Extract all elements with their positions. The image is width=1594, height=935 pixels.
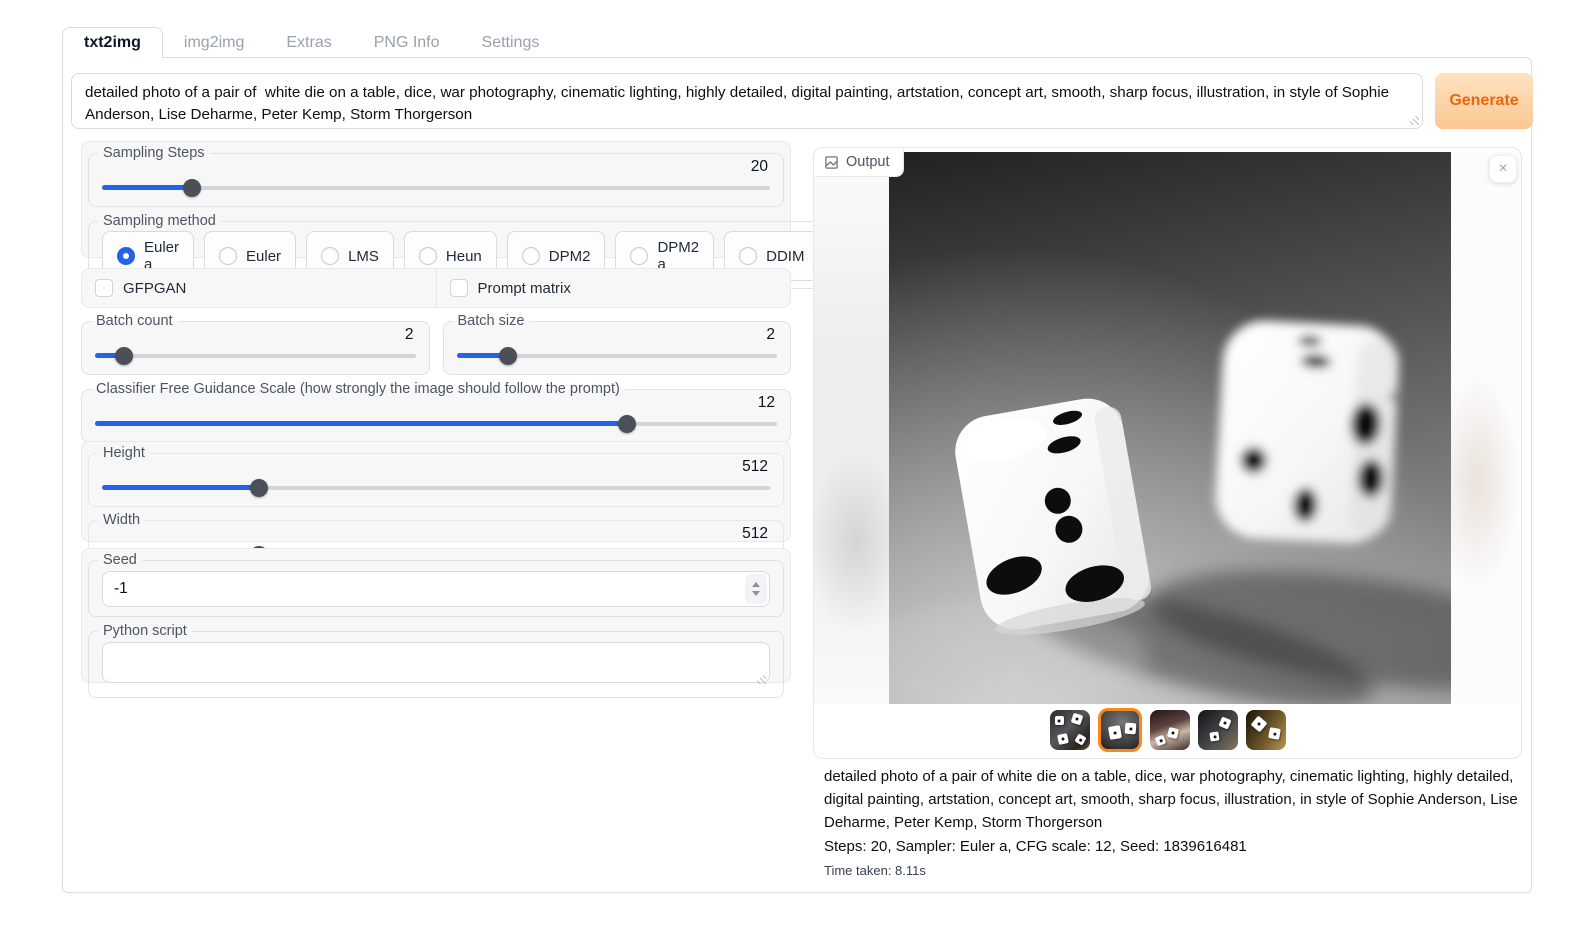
close-icon: × (1498, 160, 1507, 178)
generate-button[interactable]: Generate (1435, 73, 1533, 129)
seed-label: Seed (98, 552, 142, 568)
generation-params-text: Steps: 20, Sampler: Euler a, CFG scale: … (824, 836, 1527, 859)
sampling-steps-group: Sampling Steps 20 (88, 145, 784, 207)
step-up-icon[interactable] (752, 582, 760, 587)
width-value: 512 (102, 525, 768, 543)
generated-image[interactable] (889, 152, 1451, 704)
slider-thumb[interactable] (618, 415, 636, 433)
image-icon (824, 155, 839, 170)
batch-size-label: Batch size (453, 313, 530, 329)
dimensions-group: Height 512 Width 512 (81, 441, 791, 542)
batch-size-slider[interactable] (457, 347, 778, 365)
gallery-thumbnails (814, 708, 1521, 752)
app-window: txt2img img2img Extras PNG Info Settings… (0, 0, 1594, 935)
prompt-input[interactable]: detailed photo of a pair of white die on… (71, 73, 1423, 129)
prompt-matrix-checkbox[interactable] (450, 279, 468, 297)
gallery-thumbnail-4[interactable] (1198, 710, 1238, 750)
gfpgan-option[interactable]: GFPGAN (82, 269, 436, 307)
tab-extras[interactable]: Extras (265, 27, 352, 58)
slider-thumb[interactable] (183, 179, 201, 197)
radio-label: DPM2 (549, 248, 591, 265)
txt2img-panel: detailed photo of a pair of white die on… (62, 57, 1532, 893)
sampling-steps-slider[interactable] (102, 179, 770, 197)
output-panel: Output × (813, 147, 1522, 759)
step-down-icon[interactable] (752, 591, 760, 596)
batch-row: Batch count 2 Batch size 2 (81, 313, 791, 375)
height-slider[interactable] (102, 479, 770, 497)
number-stepper[interactable] (745, 574, 767, 604)
gallery-thumbnail-5[interactable] (1246, 710, 1286, 750)
width-label: Width (98, 512, 145, 528)
python-script-group: Python script (88, 623, 784, 698)
generation-info: detailed photo of a pair of white die on… (813, 766, 1527, 878)
radio-label: LMS (348, 248, 379, 265)
radio-dot-icon (630, 247, 648, 265)
tab-bar: txt2img img2img Extras PNG Info Settings (62, 27, 560, 58)
slider-track[interactable] (102, 186, 770, 190)
seed-group: Seed (88, 552, 784, 617)
cfg-scale-group: Classifier Free Guidance Scale (how stro… (81, 381, 791, 443)
radio-dot-icon (739, 247, 757, 265)
radio-label: DDIM (766, 248, 804, 265)
batch-count-label: Batch count (91, 313, 178, 329)
radio-dot-icon (219, 247, 237, 265)
output-label-chip: Output (814, 148, 904, 177)
slider-track[interactable] (95, 354, 416, 358)
cfg-scale-label: Classifier Free Guidance Scale (how stro… (91, 381, 625, 397)
seed-field-wrap (102, 571, 770, 607)
gallery-letterbox-left (814, 152, 889, 704)
gfpgan-label: GFPGAN (123, 280, 186, 297)
slider-thumb[interactable] (115, 347, 133, 365)
radio-dot-icon (321, 247, 339, 265)
python-script-input[interactable] (102, 642, 770, 683)
python-script-wrap (102, 642, 770, 688)
close-button[interactable]: × (1489, 155, 1517, 183)
prompt-matrix-option[interactable]: Prompt matrix (436, 269, 791, 307)
slider-fill (102, 185, 192, 190)
slider-fill (102, 485, 259, 490)
slider-thumb[interactable] (250, 479, 268, 497)
sampling-steps-label: Sampling Steps (98, 145, 210, 161)
radio-label: Heun (446, 248, 482, 265)
radio-dot-icon (117, 247, 135, 265)
output-label: Output (846, 154, 890, 170)
prompt-matrix-label: Prompt matrix (478, 280, 571, 297)
tab-png-info[interactable]: PNG Info (353, 27, 461, 58)
radio-dot-icon (419, 247, 437, 265)
sampling-group: Sampling Steps 20 Sampling method Euler … (81, 141, 791, 258)
tab-settings[interactable]: Settings (461, 27, 561, 58)
batch-count-group: Batch count 2 (81, 313, 430, 375)
cfg-scale-slider[interactable] (95, 415, 777, 433)
height-value: 512 (102, 458, 768, 476)
batch-count-slider[interactable] (95, 347, 416, 365)
gfpgan-checkbox[interactable] (95, 279, 113, 297)
seed-input[interactable] (102, 571, 770, 607)
dice-photo (889, 152, 1451, 704)
gallery-thumbnail-1[interactable] (1050, 710, 1090, 750)
prompt-field-wrap: detailed photo of a pair of white die on… (71, 73, 1423, 129)
generation-time-text: Time taken: 8.11s (824, 863, 1527, 878)
height-label: Height (98, 445, 150, 461)
gallery-thumbnail-3[interactable] (1150, 710, 1190, 750)
gallery-letterbox-right (1451, 152, 1522, 704)
batch-size-group: Batch size 2 (443, 313, 792, 375)
tab-img2img[interactable]: img2img (163, 27, 265, 58)
tab-txt2img[interactable]: txt2img (62, 27, 163, 58)
height-group: Height 512 (88, 445, 784, 507)
python-script-label: Python script (98, 623, 192, 639)
options-group: GFPGAN Prompt matrix (81, 268, 791, 308)
slider-fill (95, 421, 627, 426)
radio-dot-icon (522, 247, 540, 265)
sampling-method-label: Sampling method (98, 213, 221, 229)
radio-label: Euler (246, 248, 281, 265)
seed-script-group: Seed Python script (81, 548, 791, 683)
slider-thumb[interactable] (499, 347, 517, 365)
gallery-thumbnail-2-selected[interactable] (1098, 708, 1142, 752)
generation-prompt-text: detailed photo of a pair of white die on… (824, 766, 1527, 835)
